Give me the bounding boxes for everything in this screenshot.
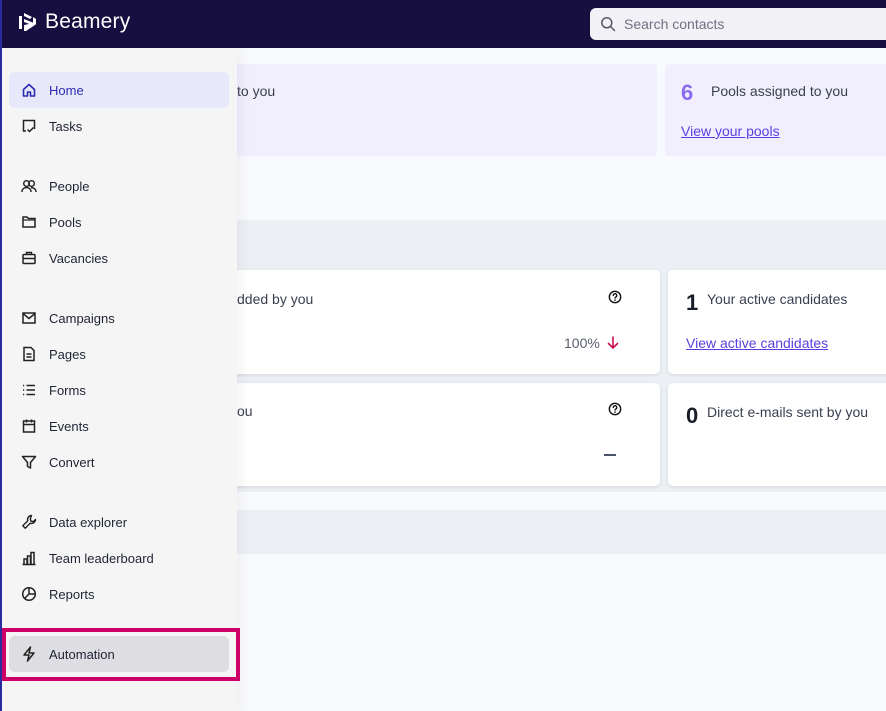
view-active-candidates-link[interactable]: View active candidates [686,335,828,351]
sidebar-item-forms[interactable]: Forms [9,372,229,408]
lightning-icon [23,646,35,662]
calendar-icon [22,419,36,433]
direct-emails-count: 0 [686,403,699,428]
sidebar-item-reports[interactable]: Reports [9,576,229,612]
briefcase-icon [22,251,36,265]
sidebar-item-team-leaderboard[interactable]: Team leaderboard [9,540,229,576]
sidebar-item-label: Vacancies [49,250,109,266]
sidebar-item-events[interactable]: Events [9,408,229,444]
added-change: 100% [564,335,620,351]
search-contacts-box[interactable] [590,8,886,40]
sidebar: Home Tasks People Pools Vacancies Campai… [0,48,240,711]
home-icon [22,83,36,97]
added-by-you-title: dded by you [237,291,314,307]
sidebar-item-tasks[interactable]: Tasks [9,108,229,144]
sidebar-item-label: People [49,178,90,194]
dashboard-main: to you 6 Pools assigned to you View your… [217,48,886,711]
sidebar-item-label: Data explorer [49,514,128,530]
sidebar-item-people[interactable]: People [9,168,229,204]
second-metric-title: ou [237,403,253,419]
no-change-dash [604,454,616,456]
sidebar-item-pools[interactable]: Pools [9,204,229,240]
second-metric-card: ou [217,383,660,486]
beamery-logo[interactable]: Beamery [16,10,130,34]
sidebar-item-label: Home [49,82,84,98]
direct-emails-label: Direct e-mails sent by you [707,404,869,420]
window-edge [0,0,2,48]
beamery-logo-icon [19,13,36,31]
top-bar: Beamery [0,0,886,48]
active-candidates-count: 1 [686,290,699,315]
help-icon[interactable] [608,290,622,304]
page-icon [23,346,35,362]
active-candidates-card: 1 Your active candidates View active can… [668,270,886,374]
brand-name: Beamery [45,10,131,33]
sidebar-item-vacancies[interactable]: Vacancies [9,240,229,276]
sidebar-item-data-explorer[interactable]: Data explorer [9,504,229,540]
sidebar-item-label: Convert [49,454,95,470]
search-input[interactable] [624,16,884,32]
sidebar-item-pages[interactable]: Pages [9,336,229,372]
window-edge [0,48,2,711]
people-icon [21,180,37,193]
bar-chart-icon [22,551,36,566]
pools-summary-panel: 6 Pools assigned to you View your pools [665,64,886,156]
sidebar-item-home[interactable]: Home [9,72,229,108]
pie-chart-icon [21,586,37,602]
sidebar-item-convert[interactable]: Convert [9,444,229,480]
sidebar-item-label: Campaigns [49,310,115,326]
pools-label: Pools assigned to you [711,83,848,99]
wrench-icon [22,514,37,529]
tasks-icon [22,119,36,133]
assigned-summary-panel: to you [217,64,657,156]
list-icon [23,384,35,396]
view-pools-link[interactable]: View your pools [681,123,780,139]
next-section-header [237,510,886,554]
folder-icon [22,216,36,228]
search-icon [601,17,616,32]
sidebar-item-label: Tasks [49,118,83,134]
sidebar-item-label: Automation [49,646,115,662]
filter-icon [21,455,37,469]
sidebar-item-label: Events [49,418,89,434]
mail-icon [22,312,36,324]
sidebar-item-label: Reports [49,586,95,602]
active-candidates-label: Your active candidates [707,291,848,307]
sidebar-item-label: Pages [49,346,86,362]
direct-emails-card: 0 Direct e-mails sent by you [668,383,886,486]
help-icon[interactable] [608,402,622,416]
assigned-summary-label: to you [237,83,276,99]
arrow-down-icon [607,336,619,350]
sidebar-item-label: Forms [49,382,86,398]
sidebar-item-label: Team leaderboard [49,550,154,566]
sidebar-item-label: Pools [49,214,82,230]
sidebar-item-campaigns[interactable]: Campaigns [9,300,229,336]
added-change-value: 100% [564,335,600,351]
added-by-you-card: dded by you 100% [217,270,660,374]
sidebar-item-automation[interactable]: Automation [9,636,229,672]
pools-count: 6 [681,80,694,105]
